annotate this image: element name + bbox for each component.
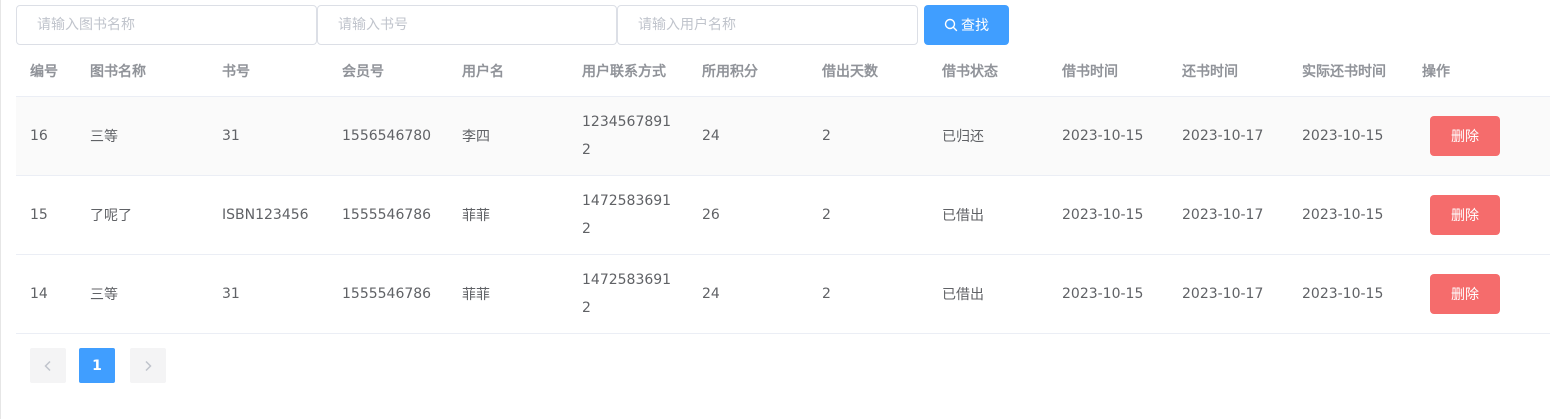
cell-book-name: 三等 [90, 287, 118, 303]
column-header-points: 所用积分 [702, 64, 758, 80]
column-header-actual-return-time: 实际还书时间 [1302, 64, 1386, 80]
column-header-return-time: 还书时间 [1182, 64, 1238, 80]
cell-status: 已借出 [942, 287, 984, 303]
borrow-records-table: 编号 图书名称 书号 会员号 用户名 用户联系方式 所用积分 借出天数 借书状态… [16, 48, 1550, 334]
delete-button[interactable]: 删除 [1430, 274, 1500, 314]
column-header-phone: 用户联系方式 [582, 64, 666, 80]
cell-book-name: 了呢了 [90, 208, 132, 224]
cell-return-time: 2023-10-17 [1182, 207, 1264, 223]
delete-button[interactable]: 删除 [1430, 116, 1500, 156]
cell-username: 李四 [462, 129, 490, 145]
delete-button[interactable]: 删除 [1430, 195, 1500, 235]
cell-actual-return-time: 2023-10-15 [1302, 207, 1384, 223]
cell-days: 2 [822, 207, 831, 223]
column-header-member-no: 会员号 [342, 64, 384, 80]
cell-points: 24 [702, 128, 720, 144]
cell-phone: 12345678912 [582, 114, 672, 158]
cell-username: 菲菲 [462, 208, 490, 224]
column-header-actions: 操作 [1422, 64, 1450, 80]
page-number-button[interactable]: 1 [79, 348, 115, 383]
chevron-right-icon [145, 360, 152, 371]
search-button[interactable]: 查找 [924, 5, 1009, 45]
table-row: 14 三等 31 1555546786 菲菲 14725836912 24 2 … [16, 255, 1550, 334]
cell-points: 26 [702, 207, 720, 223]
username-search-input[interactable] [617, 5, 918, 45]
chevron-left-icon [44, 360, 51, 371]
cell-status: 已借出 [942, 208, 984, 224]
cell-status: 已归还 [942, 129, 984, 145]
column-header-book-name: 图书名称 [90, 64, 146, 80]
book-number-search-input[interactable] [317, 5, 617, 45]
cell-borrow-time: 2023-10-15 [1062, 286, 1144, 302]
cell-book-no: ISBN123456 [222, 207, 309, 223]
cell-borrow-time: 2023-10-15 [1062, 128, 1144, 144]
column-header-book-no: 书号 [222, 64, 250, 80]
cell-phone: 14725836912 [582, 272, 672, 316]
cell-member-no: 1556546780 [342, 128, 432, 144]
next-page-button[interactable] [130, 348, 166, 383]
cell-actual-return-time: 2023-10-15 [1302, 128, 1384, 144]
cell-borrow-time: 2023-10-15 [1062, 207, 1144, 223]
cell-days: 2 [822, 128, 831, 144]
cell-phone: 14725836912 [582, 193, 672, 237]
cell-book-name: 三等 [90, 129, 118, 145]
search-icon [944, 18, 958, 32]
cell-id: 16 [30, 128, 48, 144]
cell-days: 2 [822, 286, 831, 302]
table-header: 编号 图书名称 书号 会员号 用户名 用户联系方式 所用积分 借出天数 借书状态… [16, 48, 1550, 97]
cell-id: 15 [30, 207, 48, 223]
book-name-search-input[interactable] [16, 5, 317, 45]
column-header-status: 借书状态 [942, 64, 998, 80]
column-header-days: 借出天数 [822, 64, 878, 80]
column-header-username: 用户名 [462, 64, 504, 80]
column-header-id: 编号 [30, 64, 58, 80]
table-row: 15 了呢了 ISBN123456 1555546786 菲菲 14725836… [16, 176, 1550, 255]
cell-actual-return-time: 2023-10-15 [1302, 286, 1384, 302]
cell-member-no: 1555546786 [342, 286, 432, 302]
cell-member-no: 1555546786 [342, 207, 432, 223]
cell-username: 菲菲 [462, 287, 490, 303]
search-button-label: 查找 [961, 18, 989, 34]
cell-points: 24 [702, 286, 720, 302]
column-header-borrow-time: 借书时间 [1062, 64, 1118, 80]
prev-page-button[interactable] [30, 348, 66, 383]
cell-return-time: 2023-10-17 [1182, 286, 1264, 302]
cell-return-time: 2023-10-17 [1182, 128, 1264, 144]
table-row: 16 三等 31 1556546780 李四 12345678912 24 2 … [16, 97, 1550, 176]
cell-book-no: 31 [222, 128, 240, 144]
cell-book-no: 31 [222, 286, 240, 302]
page-left-border [0, 0, 1, 419]
cell-id: 14 [30, 286, 48, 302]
